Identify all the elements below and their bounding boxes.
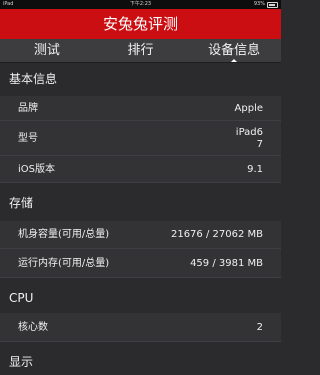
row-value: 9.1 (247, 164, 263, 175)
row-value: 459 / 3981 MB (190, 258, 263, 269)
info-row-brand: 品牌 Apple (0, 96, 281, 121)
row-value: 2 (256, 322, 263, 333)
info-row-cores: 核心数 2 (0, 313, 281, 342)
row-key: 品牌 (18, 103, 38, 114)
row-key: 型号 (18, 133, 38, 144)
info-row-model: 型号 iPad67 (0, 121, 281, 156)
battery-icon (267, 1, 278, 8)
tab-bar: 测试 排行 设备信息 (0, 39, 281, 63)
section-title-basic: 基本信息 (0, 66, 281, 92)
section-title-display: 显示 (0, 349, 281, 375)
row-key: 运行内存(可用/总量) (18, 258, 110, 269)
battery-percent: 93% (253, 1, 265, 7)
row-key: iOS版本 (18, 164, 55, 175)
status-bar: iPad 下午2:23 93% (0, 0, 281, 9)
app-title: 安兔兔评测 (102, 15, 178, 33)
info-row-storage: 机身容量(可用/总量) 21676 / 27062 MB (0, 221, 281, 249)
row-key: 机身容量(可用/总量) (18, 229, 110, 240)
app-title-bar: 安兔兔评测 (0, 9, 281, 39)
row-value: Apple (234, 103, 263, 114)
info-row-memory: 运行内存(可用/总量) 459 / 3981 MB (0, 249, 281, 278)
tab-test[interactable]: 测试 (0, 39, 94, 62)
section-title-storage: 存储 (0, 190, 281, 216)
tab-device-info[interactable]: 设备信息 (187, 39, 281, 63)
battery-status: 93% (254, 0, 278, 9)
row-key: 核心数 (18, 322, 48, 333)
tab-divider (0, 62, 281, 63)
status-time: 下午2:23 (129, 1, 152, 7)
info-row-ios-version: iOS版本 9.1 (0, 156, 281, 183)
row-value: 21676 / 27062 MB (170, 229, 263, 240)
tab-ranking[interactable]: 排行 (94, 39, 188, 62)
section-title-cpu: CPU (0, 285, 281, 311)
row-value: iPad67 (235, 127, 263, 150)
